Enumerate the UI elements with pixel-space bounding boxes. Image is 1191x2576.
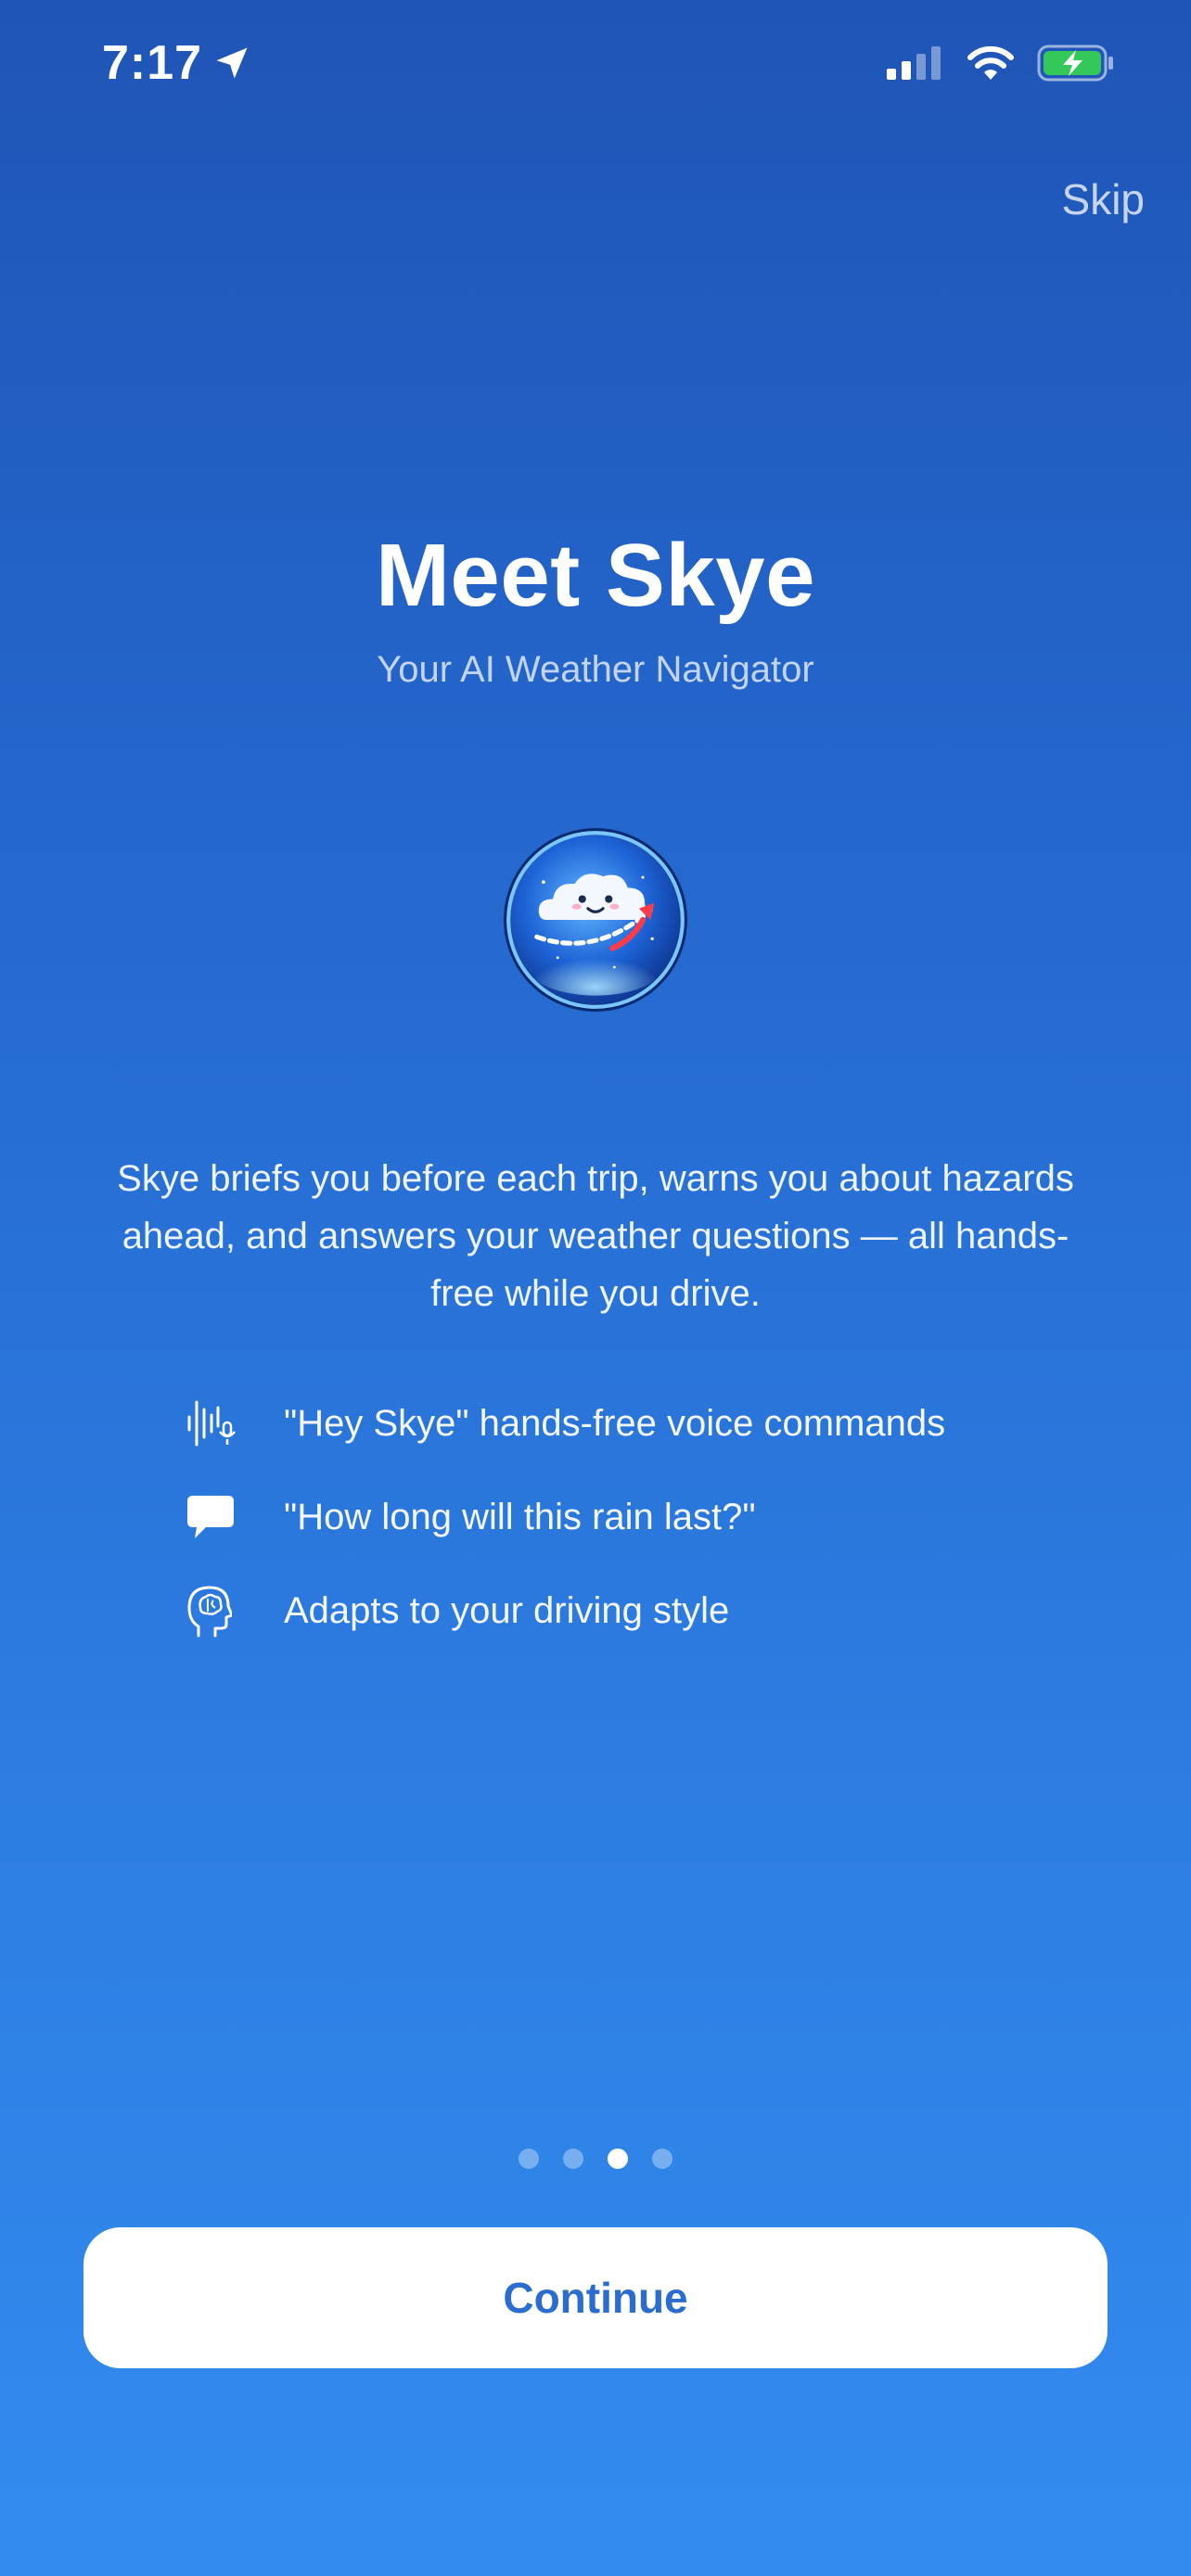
onboarding-screen: 7:17 Skip Meet Skye Your AI Weather Navi… — [0, 0, 1191, 2576]
cellular-signal-icon — [887, 46, 941, 80]
page-subtitle: Your AI Weather Navigator — [377, 649, 814, 690]
skye-cloud-logo-icon — [504, 828, 687, 1012]
feature-label: "Hey Skye" hands-free voice commands — [284, 1402, 946, 1444]
continue-button[interactable]: Continue — [83, 2227, 1108, 2368]
page-dot[interactable] — [519, 2149, 539, 2169]
feature-item-question: "How long will this rain last?" — [186, 1489, 1095, 1545]
feature-label: "How long will this rain last?" — [284, 1496, 756, 1537]
clock-label: 7:17 — [102, 36, 203, 90]
feature-item-adaptive: Adapts to your driving style — [186, 1583, 1095, 1639]
page-indicator — [0, 2149, 1191, 2169]
voice-waveform-icon — [186, 1397, 245, 1449]
wifi-icon — [967, 45, 1014, 80]
feature-item-voice: "Hey Skye" hands-free voice commands — [186, 1396, 1095, 1451]
feature-label: Adapts to your driving style — [284, 1589, 730, 1631]
intro-description: Skye briefs you before each trip, warns … — [117, 1158, 1074, 1314]
brain-head-icon — [186, 1585, 245, 1638]
feature-list: "Hey Skye" hands-free voice commands "Ho… — [186, 1396, 1095, 1677]
page-dot[interactable] — [563, 2149, 583, 2169]
status-bar: 7:17 — [0, 0, 1191, 130]
page-dot-active[interactable] — [608, 2149, 628, 2169]
chat-bubble-icon — [186, 1491, 245, 1543]
status-time: 7:17 — [102, 35, 252, 91]
page-dot[interactable] — [652, 2149, 672, 2169]
status-indicators — [887, 45, 1115, 82]
page-title: Meet Skye — [375, 526, 816, 625]
skip-button[interactable]: Skip — [1062, 174, 1145, 224]
battery-charging-icon — [1037, 45, 1113, 82]
location-arrow-icon — [216, 47, 248, 79]
